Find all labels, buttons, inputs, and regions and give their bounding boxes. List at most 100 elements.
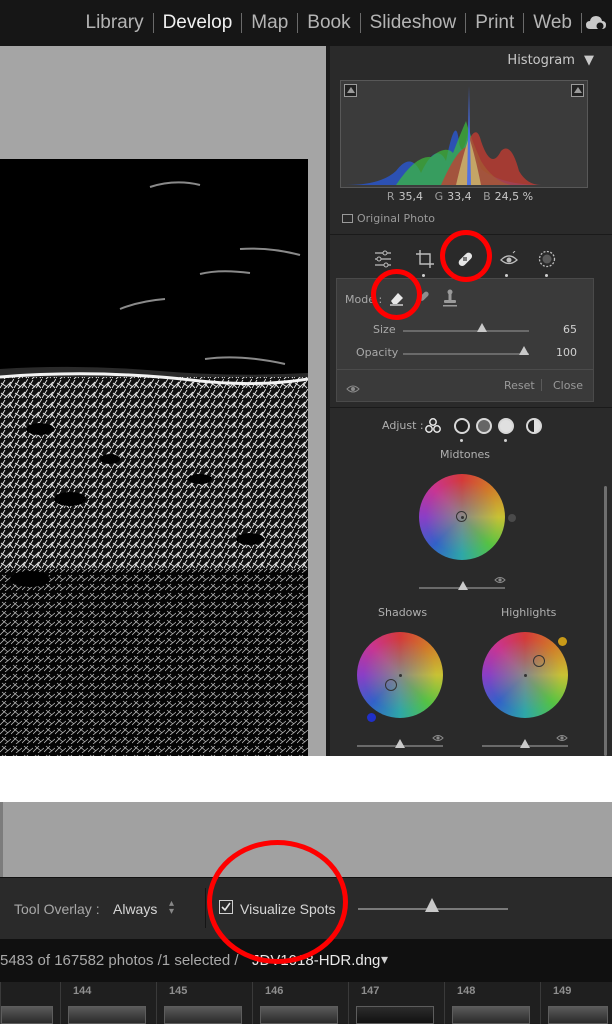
module-develop[interactable]: Develop xyxy=(154,12,242,34)
photo-visualize-spots-preview[interactable] xyxy=(0,159,308,756)
tool-overlay-select[interactable]: Always xyxy=(113,901,157,917)
frame-number: 148 xyxy=(457,985,476,997)
thumbnail[interactable] xyxy=(68,1006,146,1024)
b-value: 24,5 % xyxy=(494,190,534,203)
thumbnail[interactable] xyxy=(1,1006,53,1024)
viewer-edge xyxy=(0,802,3,877)
filmstrip-cell[interactable]: 149 xyxy=(540,982,612,1024)
panel-scrollbar[interactable] xyxy=(604,486,607,756)
shadows-color-swatch[interactable] xyxy=(367,713,376,722)
midtones-label: Midtones xyxy=(440,448,491,461)
original-photo-toggle[interactable]: Original Photo xyxy=(342,212,435,225)
shadows-color-wheel[interactable] xyxy=(357,632,443,718)
close-button[interactable]: Close xyxy=(553,379,583,392)
size-slider[interactable] xyxy=(403,330,529,332)
midtones-color-swatch[interactable] xyxy=(508,514,516,522)
toolbar-separator xyxy=(205,888,206,928)
active-view-dot xyxy=(504,439,507,442)
active-view-dot xyxy=(460,439,463,442)
module-library[interactable]: Library xyxy=(77,12,153,34)
filmstrip-cell[interactable]: 144 xyxy=(60,982,156,1024)
module-print[interactable]: Print xyxy=(466,12,523,34)
opacity-value[interactable]: 100 xyxy=(537,346,577,359)
shadows-wheel-handle[interactable] xyxy=(385,679,397,691)
highlights-visibility-eye-icon[interactable] xyxy=(556,727,568,746)
masking-icon[interactable] xyxy=(532,244,562,274)
redeye-indicator-dot xyxy=(505,274,508,277)
highlights-color-swatch[interactable] xyxy=(558,637,567,646)
right-panel: Histogram ▼ R 35,4 G 33,4 B 24,5 % Original… xyxy=(330,46,612,756)
adjust-label: Adjust : xyxy=(382,419,424,432)
thumbnail[interactable] xyxy=(260,1006,338,1024)
g-label: G xyxy=(434,190,444,203)
filmstrip: 144 145 146 147 148 149 xyxy=(0,982,612,1024)
histogram-header[interactable]: Histogram ▼ xyxy=(507,53,594,68)
visualize-threshold-thumb[interactable] xyxy=(425,898,439,912)
midtones-luminance-thumb[interactable] xyxy=(458,581,468,590)
frame-number: 144 xyxy=(73,985,92,997)
shadows-visibility-eye-icon[interactable] xyxy=(432,727,444,746)
filename-dropdown-icon[interactable]: ▾ xyxy=(381,952,388,968)
highlights-view-icon[interactable] xyxy=(498,418,514,434)
size-slider-thumb[interactable] xyxy=(477,323,487,332)
reset-button[interactable]: Reset xyxy=(504,379,535,392)
three-way-view-icon[interactable] xyxy=(424,417,442,439)
midtones-visibility-eye-icon[interactable] xyxy=(494,569,506,588)
filmstrip-cell[interactable]: 148 xyxy=(444,982,540,1024)
shadows-view-icon[interactable] xyxy=(454,418,470,434)
annotation-circle-healing-tool xyxy=(440,230,492,282)
photo-count-text: 5483 of 167582 photos /1 selected / xyxy=(0,952,239,969)
filmstrip-cell[interactable]: 146 xyxy=(252,982,348,1024)
opacity-slider-thumb[interactable] xyxy=(519,346,529,355)
thumbnail[interactable] xyxy=(452,1006,530,1024)
histogram-graph[interactable] xyxy=(340,80,588,188)
annotation-circle-remove-mode xyxy=(371,269,422,320)
module-book[interactable]: Book xyxy=(298,12,359,34)
filmstrip-cell[interactable] xyxy=(0,982,60,1024)
midtones-center-dot xyxy=(460,515,464,519)
divider xyxy=(337,369,593,370)
midtones-color-wheel[interactable] xyxy=(419,474,505,560)
crop-icon[interactable] xyxy=(410,244,440,274)
shadows-luminance-thumb[interactable] xyxy=(395,739,405,748)
size-value[interactable]: 65 xyxy=(537,323,577,336)
mask-indicator-dot xyxy=(545,274,548,277)
opacity-slider[interactable] xyxy=(403,353,529,355)
module-slideshow[interactable]: Slideshow xyxy=(361,12,466,34)
frame-number: 146 xyxy=(265,985,284,997)
opacity-label: Opacity xyxy=(356,346,399,359)
frame-number: 145 xyxy=(169,985,188,997)
highlights-wheel-handle[interactable] xyxy=(533,655,545,667)
midtones-view-icon[interactable] xyxy=(476,418,492,434)
highlights-luminance-thumb[interactable] xyxy=(520,739,530,748)
divider xyxy=(330,407,612,408)
thumbnail[interactable] xyxy=(164,1006,242,1024)
frame-number: 147 xyxy=(361,985,380,997)
filmstrip-cell[interactable]: 147 xyxy=(348,982,444,1024)
histogram-curves-icon xyxy=(346,86,541,185)
image-viewer[interactable] xyxy=(0,46,326,756)
shadows-label: Shadows xyxy=(378,606,428,619)
thumbnail[interactable] xyxy=(548,1006,608,1024)
red-eye-icon[interactable] xyxy=(494,244,524,274)
module-nav: Library Develop Map Book Slideshow Print… xyxy=(77,0,612,46)
cloud-sync-icon[interactable] xyxy=(582,0,610,46)
button-separator xyxy=(541,379,542,391)
module-bar: Library Develop Map Book Slideshow Print… xyxy=(0,0,612,46)
filmstrip-cell[interactable]: 145 xyxy=(156,982,252,1024)
original-photo-checkbox[interactable] xyxy=(342,214,353,223)
module-map[interactable]: Map xyxy=(242,12,297,34)
module-web[interactable]: Web xyxy=(524,12,581,34)
stepper-arrows-icon[interactable]: ▴ ▾ xyxy=(169,899,174,917)
r-value: 35,4 xyxy=(398,190,424,203)
thumbnail[interactable] xyxy=(356,1006,434,1024)
tool-overlay-label: Tool Overlay : xyxy=(14,901,100,917)
g-value: 33,4 xyxy=(447,190,472,203)
crop-indicator-dot xyxy=(422,274,425,277)
global-view-icon[interactable] xyxy=(526,418,542,434)
shadows-center-dot xyxy=(398,673,402,677)
highlights-label: Highlights xyxy=(501,606,557,619)
clone-stamp-icon[interactable] xyxy=(441,288,459,312)
highlights-color-wheel[interactable] xyxy=(482,632,568,718)
show-overlay-eye-icon[interactable] xyxy=(346,379,360,398)
